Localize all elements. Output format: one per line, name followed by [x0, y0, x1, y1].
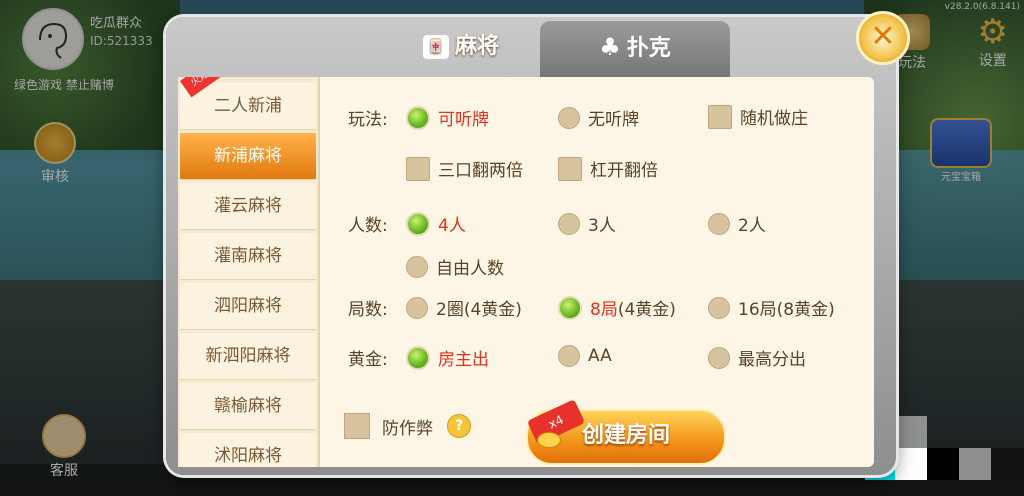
- rule-option-no-tingpai[interactable]: 无听牌: [558, 105, 639, 130]
- settings-panel: 二人新浦 新浦麻将 灌云麻将 灌南麻将 泗阳麻将 新泗阳麻将 赣榆麻将 沭阳麻将…: [178, 77, 874, 467]
- game-item[interactable]: 灌云麻将: [180, 183, 316, 230]
- players-option-3[interactable]: 3人: [558, 211, 616, 236]
- game-item-label: 灌云麻将: [214, 196, 282, 216]
- rule-option-tingpai[interactable]: 可听牌: [406, 105, 489, 130]
- checkbox-icon: [406, 156, 430, 181]
- option-label: 8局: [590, 300, 618, 320]
- pixel-block: [959, 448, 991, 480]
- option-label: 房主出: [438, 350, 489, 370]
- option-label: AA: [588, 346, 612, 366]
- option-label: 杠开翻倍: [590, 161, 658, 181]
- create-room-label: 创建房间: [581, 423, 670, 448]
- option-cost: (8黄金): [776, 300, 835, 320]
- help-icon[interactable]: ?: [447, 414, 471, 438]
- gold-ingot-icon: [537, 432, 561, 448]
- players-row-label: 人数:: [348, 216, 388, 236]
- close-icon: ✕: [870, 19, 896, 54]
- rule-option-triple-double[interactable]: 三口翻两倍: [406, 156, 523, 181]
- create-room-dialog: 🀄 麻将 ♣ 扑克 ✕ 二人新浦 新浦麻将 灌云麻将 灌南麻将 泗阳麻将 新泗阳麻将…: [166, 11, 910, 475]
- players-option-free[interactable]: 自由人数: [406, 254, 504, 279]
- radio-on-icon: [558, 295, 582, 320]
- radio-off-icon: [708, 296, 730, 319]
- tab-mahjong[interactable]: 🀄 麻将: [366, 21, 556, 77]
- gold-option-winner[interactable]: 最高分出: [708, 345, 806, 370]
- anticheat-toggle[interactable]: 防作弊 ?: [344, 413, 471, 439]
- pixel-block: [991, 448, 1024, 480]
- radio-off-icon: [558, 106, 580, 129]
- radio-on-icon: [406, 105, 430, 130]
- radio-off-icon: [406, 296, 428, 319]
- anticheat-label: 防作弊: [382, 418, 433, 439]
- tab-poker[interactable]: ♣ 扑克: [540, 21, 730, 77]
- checkbox-icon: [344, 413, 370, 439]
- rounds-row-label: 局数:: [348, 300, 388, 320]
- option-label: 2人: [738, 216, 766, 236]
- game-item-label: 二人新浦: [214, 96, 282, 116]
- radio-on-icon: [406, 345, 430, 370]
- game-item-label: 新泗阳麻将: [205, 346, 291, 366]
- game-list[interactable]: 二人新浦 新浦麻将 灌云麻将 灌南麻将 泗阳麻将 新泗阳麻将 赣榆麻将 沭阳麻将…: [178, 77, 320, 467]
- game-item-label: 赣榆麻将: [214, 396, 282, 416]
- radio-off-icon: [558, 212, 580, 235]
- radio-off-icon: [406, 255, 428, 278]
- pixel-block: [895, 448, 927, 480]
- option-label: 随机做庄: [740, 109, 808, 129]
- option-cost: (4黄金): [463, 300, 522, 320]
- game-item[interactable]: 新泗阳麻将: [180, 333, 316, 380]
- option-cost: (4黄金): [617, 300, 676, 320]
- gold-option-host[interactable]: 房主出: [406, 345, 489, 370]
- checkbox-icon: [558, 156, 582, 181]
- pixel-block: [895, 416, 927, 448]
- option-label: 可听牌: [438, 110, 489, 130]
- players-option-4[interactable]: 4人: [406, 211, 466, 236]
- club-icon: ♣: [599, 33, 621, 61]
- game-item-label: 新浦麻将: [214, 146, 282, 166]
- tab-poker-label: 扑克: [626, 36, 671, 61]
- game-item[interactable]: 赣榆麻将: [180, 383, 316, 430]
- radio-off-icon: [558, 345, 580, 367]
- game-item-label: 沭阳麻将: [214, 446, 282, 466]
- option-label: 三口翻两倍: [438, 161, 523, 181]
- rounds-option-8[interactable]: 8局 (4黄金): [558, 295, 676, 320]
- gold-option-aa[interactable]: AA: [558, 345, 612, 367]
- option-label: 3人: [588, 216, 616, 236]
- option-label: 16局: [738, 300, 777, 320]
- gold-row-label: 黄金:: [348, 350, 388, 370]
- game-item[interactable]: 泗阳麻将: [180, 283, 316, 330]
- radio-off-icon: [708, 346, 730, 369]
- pixel-block: [927, 448, 959, 480]
- option-label: 自由人数: [436, 259, 504, 279]
- game-item[interactable]: 沭阳麻将: [180, 433, 316, 467]
- game-item[interactable]: 灌南麻将: [180, 233, 316, 280]
- mahjong-tile-icon: 🀄: [422, 35, 449, 59]
- rule-option-kong-double[interactable]: 杠开翻倍: [558, 156, 658, 181]
- game-item-label: 泗阳麻将: [214, 296, 282, 316]
- rounds-option-2-laps[interactable]: 2圈 (4黄金): [406, 295, 522, 320]
- option-label: 2圈: [436, 300, 464, 320]
- radio-off-icon: [708, 212, 730, 235]
- game-item-label: 灌南麻将: [214, 246, 282, 266]
- players-option-2[interactable]: 2人: [708, 211, 766, 236]
- checkbox-icon: [708, 104, 732, 129]
- radio-on-icon: [406, 211, 430, 236]
- game-item-active[interactable]: 新浦麻将: [180, 133, 316, 180]
- close-button[interactable]: ✕: [856, 11, 910, 65]
- option-label: 最高分出: [738, 350, 806, 370]
- option-label: 4人: [438, 216, 466, 236]
- rounds-option-16[interactable]: 16局 (8黄金): [708, 295, 835, 320]
- rules-row-label: 玩法:: [348, 110, 388, 130]
- rule-option-random-dealer[interactable]: 随机做庄: [708, 104, 808, 129]
- tab-mahjong-label: 麻将: [454, 34, 499, 59]
- option-label: 无听牌: [588, 110, 639, 130]
